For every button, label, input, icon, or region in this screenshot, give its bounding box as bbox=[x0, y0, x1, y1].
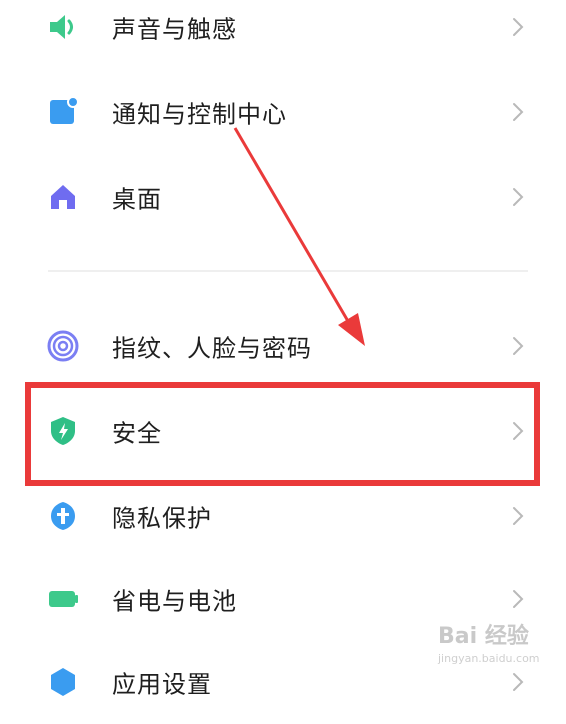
chevron-right-icon bbox=[510, 15, 526, 39]
settings-item-label: 省电与电池 bbox=[112, 587, 237, 616]
settings-item-fingerprint[interactable]: 指纹、人脸与密码 bbox=[0, 304, 566, 388]
battery-icon bbox=[46, 582, 80, 616]
chevron-right-icon bbox=[510, 504, 526, 528]
settings-item-notifications[interactable]: 通知与控制中心 bbox=[0, 70, 566, 154]
chevron-right-icon bbox=[510, 587, 526, 611]
chevron-right-icon bbox=[510, 185, 526, 209]
settings-item-label: 桌面 bbox=[112, 185, 162, 214]
privacy-icon bbox=[46, 499, 80, 533]
chevron-right-icon bbox=[510, 100, 526, 124]
watermark-url: jingyan.baidu.com bbox=[438, 652, 540, 665]
settings-item-label: 指纹、人脸与密码 bbox=[112, 334, 312, 363]
speaker-icon bbox=[46, 10, 80, 44]
settings-item-label: 声音与触感 bbox=[112, 15, 237, 44]
settings-item-desktop[interactable]: 桌面 bbox=[0, 155, 566, 239]
settings-item-sound[interactable]: 声音与触感 bbox=[0, 0, 566, 69]
settings-item-label: 通知与控制中心 bbox=[112, 100, 287, 129]
settings-item-label: 应用设置 bbox=[112, 670, 212, 699]
chevron-right-icon bbox=[510, 670, 526, 694]
watermark-logo: Bai 经验 bbox=[438, 624, 529, 649]
app-settings-icon bbox=[46, 665, 80, 699]
home-icon bbox=[46, 180, 80, 214]
fingerprint-icon bbox=[46, 329, 80, 363]
section-divider bbox=[48, 270, 528, 272]
watermark: Bai 经验 jingyan.baidu.com bbox=[438, 618, 558, 670]
settings-item-privacy[interactable]: 隐私保护 bbox=[0, 474, 566, 558]
notification-icon bbox=[46, 95, 80, 129]
highlight-box bbox=[25, 382, 540, 486]
chevron-right-icon bbox=[510, 334, 526, 358]
settings-item-label: 隐私保护 bbox=[112, 504, 212, 533]
